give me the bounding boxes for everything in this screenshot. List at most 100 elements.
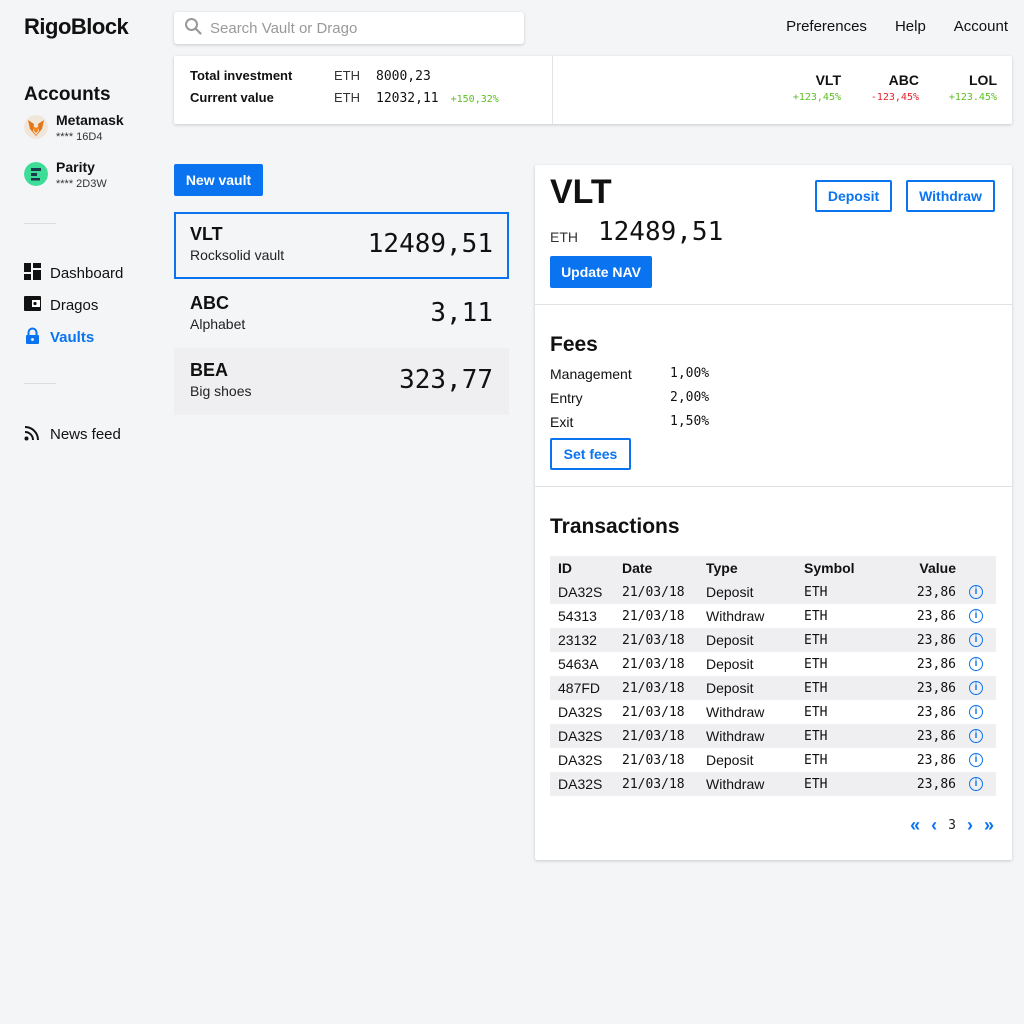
info-cell: i — [956, 681, 996, 695]
total-investment-row: Total investment ETH 8000,23 — [190, 68, 499, 90]
info-icon[interactable]: i — [969, 777, 983, 791]
table-row[interactable]: DA32S 21/03/18 Withdraw ETH 23,86 i — [550, 700, 996, 724]
app-logo[interactable]: RigoBlock — [24, 14, 129, 40]
transaction-date: 21/03/18 — [622, 752, 685, 768]
transaction-id: 54313 — [558, 608, 597, 624]
fee-label: Entry — [550, 390, 583, 406]
top-navigation: Preferences Help Account — [786, 18, 1008, 35]
transaction-date: 21/03/18 — [622, 728, 685, 744]
search-box[interactable] — [174, 12, 524, 44]
previous-page-icon[interactable]: ‹ — [931, 815, 937, 836]
table-row[interactable]: 54313 21/03/18 Withdraw ETH 23,86 i — [550, 604, 996, 628]
transaction-symbol: ETH — [804, 704, 828, 720]
account-link[interactable]: Account — [954, 18, 1008, 35]
transaction-type: Deposit — [706, 656, 754, 672]
transaction-symbol: ETH — [804, 680, 828, 696]
account-metamask[interactable]: Metamask **** 16D4 — [24, 112, 124, 144]
transaction-type: Deposit — [706, 752, 754, 768]
column-header-symbol[interactable]: Symbol — [804, 560, 904, 576]
vault-value: 12489,51 — [598, 217, 724, 247]
transaction-date: 21/03/18 — [622, 632, 685, 648]
column-header-date[interactable]: Date — [622, 560, 706, 576]
transaction-id: DA32S — [558, 752, 603, 768]
transaction-id: DA32S — [558, 728, 603, 744]
withdraw-button[interactable]: Withdraw — [906, 180, 995, 212]
info-icon[interactable]: i — [969, 585, 983, 599]
current-page: 3 — [948, 818, 956, 833]
deposit-button[interactable]: Deposit — [815, 180, 892, 212]
ticker-vlt[interactable]: VLT +123,45% — [793, 72, 841, 103]
fee-row: Management 1,00% — [550, 366, 709, 382]
vault-name: Alphabet — [190, 316, 246, 332]
vault-code: ABC — [190, 293, 229, 313]
ticker-lol[interactable]: LOL +123.45% — [949, 72, 997, 103]
transaction-value: 23,86 — [916, 776, 956, 792]
transaction-symbol: ETH — [804, 752, 828, 768]
vault-item-vlt[interactable]: VLT Rocksolid vault 12489,51 — [174, 212, 509, 279]
metamask-fox-icon — [24, 112, 48, 144]
preferences-link[interactable]: Preferences — [786, 18, 867, 35]
next-page-icon[interactable]: › — [967, 815, 973, 836]
info-icon[interactable]: i — [969, 705, 983, 719]
table-row[interactable]: 487FD 21/03/18 Deposit ETH 23,86 i — [550, 676, 996, 700]
info-icon[interactable]: i — [969, 633, 983, 647]
account-parity[interactable]: Parity **** 2D3W — [24, 159, 107, 191]
sidebar-item-dashboard[interactable]: Dashboard — [24, 263, 123, 284]
currency-label: ETH — [334, 68, 360, 83]
info-cell: i — [956, 729, 996, 743]
ticker-abc[interactable]: ABC -123,45% — [871, 72, 919, 103]
transaction-type: Withdraw — [706, 776, 765, 792]
current-value-row: Current value ETH 12032,11 +150,32% — [190, 90, 499, 112]
transaction-date: 21/03/18 — [622, 680, 685, 696]
last-page-icon[interactable]: » — [984, 815, 994, 836]
sidebar-item-dragos[interactable]: Dragos — [24, 295, 98, 316]
vault-item-abc[interactable]: ABC Alphabet 3,11 — [174, 281, 509, 348]
table-row[interactable]: DA32S 21/03/18 Deposit ETH 23,86 i — [550, 748, 996, 772]
fee-label: Management — [550, 366, 632, 382]
table-row[interactable]: 23132 21/03/18 Deposit ETH 23,86 i — [550, 628, 996, 652]
info-icon[interactable]: i — [969, 753, 983, 767]
vault-detail-panel: VLT ETH 12489,51 Deposit Withdraw Update… — [535, 165, 1012, 860]
sidebar-item-news-feed[interactable]: News feed — [24, 424, 121, 445]
total-investment-label: Total investment — [190, 68, 293, 83]
column-header-value[interactable]: Value — [904, 560, 956, 576]
set-fees-button[interactable]: Set fees — [550, 438, 631, 470]
table-row[interactable]: DA32S 21/03/18 Deposit ETH 23,86 i — [550, 580, 996, 604]
info-icon[interactable]: i — [969, 657, 983, 671]
transaction-value: 23,86 — [916, 584, 956, 600]
pagination: « ‹ 3 › » — [910, 815, 994, 836]
account-number: **** 16D4 — [56, 131, 103, 143]
info-cell: i — [956, 777, 996, 791]
table-row[interactable]: 5463A 21/03/18 Deposit ETH 23,86 i — [550, 652, 996, 676]
new-vault-button[interactable]: New vault — [174, 164, 263, 196]
ticker-symbol: LOL — [969, 72, 997, 88]
summary-divider — [552, 56, 553, 124]
lock-icon — [24, 327, 41, 348]
vault-item-bea[interactable]: BEA Big shoes 323,77 — [174, 348, 509, 415]
column-header-id[interactable]: ID — [550, 560, 622, 576]
transactions-heading: Transactions — [550, 515, 680, 538]
transaction-type: Withdraw — [706, 608, 765, 624]
help-link[interactable]: Help — [895, 18, 926, 35]
transaction-id: DA32S — [558, 776, 603, 792]
section-divider — [535, 304, 1012, 305]
transaction-symbol: ETH — [804, 632, 828, 648]
info-cell: i — [956, 633, 996, 647]
info-icon[interactable]: i — [969, 729, 983, 743]
first-page-icon[interactable]: « — [910, 815, 920, 836]
ticker-symbol: VLT — [815, 72, 841, 88]
column-header-type[interactable]: Type — [706, 560, 804, 576]
ticker-change: -123,45% — [870, 92, 919, 103]
sidebar-item-vaults[interactable]: Vaults — [24, 327, 94, 348]
info-icon[interactable]: i — [969, 681, 983, 695]
currency-label: ETH — [334, 90, 360, 105]
info-icon[interactable]: i — [969, 609, 983, 623]
transaction-id: 23132 — [558, 632, 597, 648]
table-row[interactable]: DA32S 21/03/18 Withdraw ETH 23,86 i — [550, 724, 996, 748]
table-row[interactable]: DA32S 21/03/18 Withdraw ETH 23,86 i — [550, 772, 996, 796]
section-divider — [535, 486, 1012, 487]
transaction-type: Withdraw — [706, 728, 765, 744]
update-nav-button[interactable]: Update NAV — [550, 256, 652, 288]
search-input[interactable] — [210, 19, 500, 37]
info-cell: i — [956, 657, 996, 671]
